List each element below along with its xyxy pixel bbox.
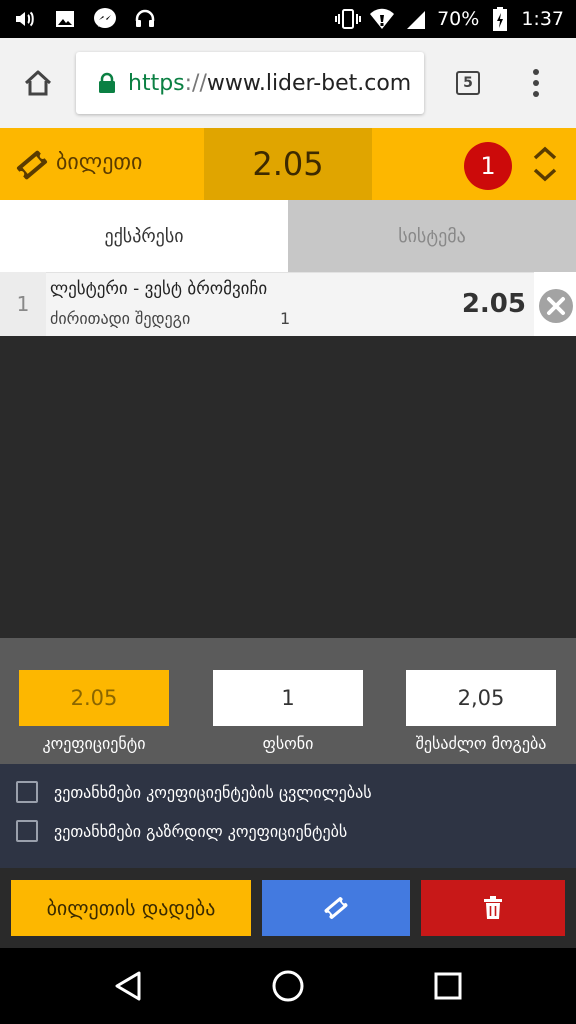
home-icon xyxy=(24,70,52,96)
place-bet-label: ბილეთის დადება xyxy=(46,896,216,920)
volume-icon xyxy=(12,6,38,32)
headset-icon xyxy=(132,6,158,32)
bet-row: 1 ლესტერი - ვესტ ბრომვიჩი ძირითადი შედეგ… xyxy=(0,272,576,336)
menu-dot-icon xyxy=(533,91,539,97)
stake-input[interactable]: 1 xyxy=(213,670,363,726)
ticket-header[interactable]: ბილეთი 2.05 1 xyxy=(0,128,576,200)
clock: 1:37 xyxy=(521,8,564,30)
remove-bet-button[interactable] xyxy=(538,288,574,324)
possible-win-label: შესაძლო მოგება xyxy=(415,734,547,753)
messenger-icon xyxy=(92,6,118,32)
agree-increased-odds-checkbox[interactable] xyxy=(16,820,38,842)
vibrate-icon xyxy=(335,6,362,32)
battery-icon xyxy=(487,6,513,32)
agree-odds-change-row[interactable]: ვეთანხმები კოეფიციენტების ცვლილებას xyxy=(16,781,372,803)
menu-dot-icon xyxy=(533,80,539,86)
url-separator: :// xyxy=(184,70,207,96)
menu-dot-icon xyxy=(533,69,539,75)
total-odds: 2.05 xyxy=(204,128,372,200)
close-icon xyxy=(539,289,573,323)
bet-details: ლესტერი - ვესტ ბრომვიჩი ძირითადი შედეგი … xyxy=(46,272,534,336)
stake-label: ფსონი xyxy=(262,734,314,753)
bet-number: 1 xyxy=(0,272,46,336)
bet-pick: 1 xyxy=(280,309,291,328)
odds-label: კოეფიციენტი xyxy=(42,734,146,753)
ticket-button[interactable] xyxy=(262,880,410,936)
tab-system-label: სისტემა xyxy=(398,225,466,247)
stake-calculator: 2.05 1 2,05 კოეფიციენტი ფსონი შესაძლო მო… xyxy=(0,638,576,764)
lock-icon xyxy=(98,72,116,94)
action-bar: ბილეთის დადება xyxy=(0,868,576,948)
stake-input-value: 1 xyxy=(281,686,295,710)
place-bet-button[interactable]: ბილეთის დადება xyxy=(11,880,251,936)
ticket-title: ბილეთი xyxy=(56,150,143,175)
home-button[interactable] xyxy=(0,38,76,128)
browser-toolbar: https://www.lider-bet.com 5 xyxy=(0,38,576,128)
delete-ticket-button[interactable] xyxy=(421,880,565,936)
bet-match: ლესტერი - ვესტ ბრომვიჩი xyxy=(50,279,268,299)
agree-odds-change-checkbox[interactable] xyxy=(16,781,38,803)
trash-icon xyxy=(484,896,502,919)
bet-odds: 2.05 xyxy=(461,289,526,319)
image-icon xyxy=(52,6,78,32)
possible-win-field: 2,05 xyxy=(406,670,556,726)
recents-icon xyxy=(434,972,462,1000)
recents-button[interactable] xyxy=(428,966,468,1006)
ticket-icon xyxy=(324,897,348,919)
possible-win-value: 2,05 xyxy=(457,686,505,710)
chevron-up-down-icon xyxy=(533,146,557,182)
bet-count-value: 1 xyxy=(480,152,496,180)
battery-level: 70% xyxy=(437,8,480,30)
tab-count: 5 xyxy=(463,75,473,91)
overflow-menu-button[interactable] xyxy=(524,69,548,97)
tab-express[interactable]: ექსპრესი xyxy=(0,200,288,272)
total-odds-value: 2.05 xyxy=(252,145,324,183)
wifi-icon xyxy=(369,6,395,32)
home-circle-icon xyxy=(272,970,304,1002)
bet-market: ძირითადი შედეგი xyxy=(50,309,191,328)
agree-increased-odds-row[interactable]: ვეთანხმები გაზრდილ კოეფიციენტებს xyxy=(16,820,347,842)
back-icon xyxy=(115,971,141,1001)
tab-switcher-button[interactable]: 5 xyxy=(456,71,480,95)
ticket-icon xyxy=(14,148,50,186)
odds-field: 2.05 xyxy=(19,670,169,726)
address-bar[interactable]: https://www.lider-bet.com xyxy=(76,52,424,114)
home-nav-button[interactable] xyxy=(268,966,308,1006)
status-bar: 70% 1:37 xyxy=(0,0,576,38)
bet-number-value: 1 xyxy=(16,292,30,316)
navigation-bar xyxy=(0,948,576,1024)
agree-increased-odds-label: ვეთანხმები გაზრდილ კოეფიციენტებს xyxy=(54,821,348,841)
back-button[interactable] xyxy=(108,966,148,1006)
tab-express-label: ექსპრესი xyxy=(104,225,184,247)
signal-icon xyxy=(403,6,429,32)
expand-collapse-button[interactable] xyxy=(530,144,560,184)
empty-area xyxy=(0,336,576,638)
odds-field-value: 2.05 xyxy=(70,686,118,710)
url-scheme: https xyxy=(128,70,185,96)
bet-count-badge: 1 xyxy=(464,142,512,190)
tab-system[interactable]: სისტემა xyxy=(288,200,576,272)
page: 70% 1:37 https://www.lider-bet.com 5 ბი… xyxy=(0,0,576,1024)
agreement-options: ვეთანხმები კოეფიციენტების ცვლილებას ვეთა… xyxy=(0,764,576,868)
agree-odds-change-label: ვეთანხმები კოეფიციენტების ცვლილებას xyxy=(54,782,372,802)
url-host: www.lider-bet.com xyxy=(206,70,412,96)
